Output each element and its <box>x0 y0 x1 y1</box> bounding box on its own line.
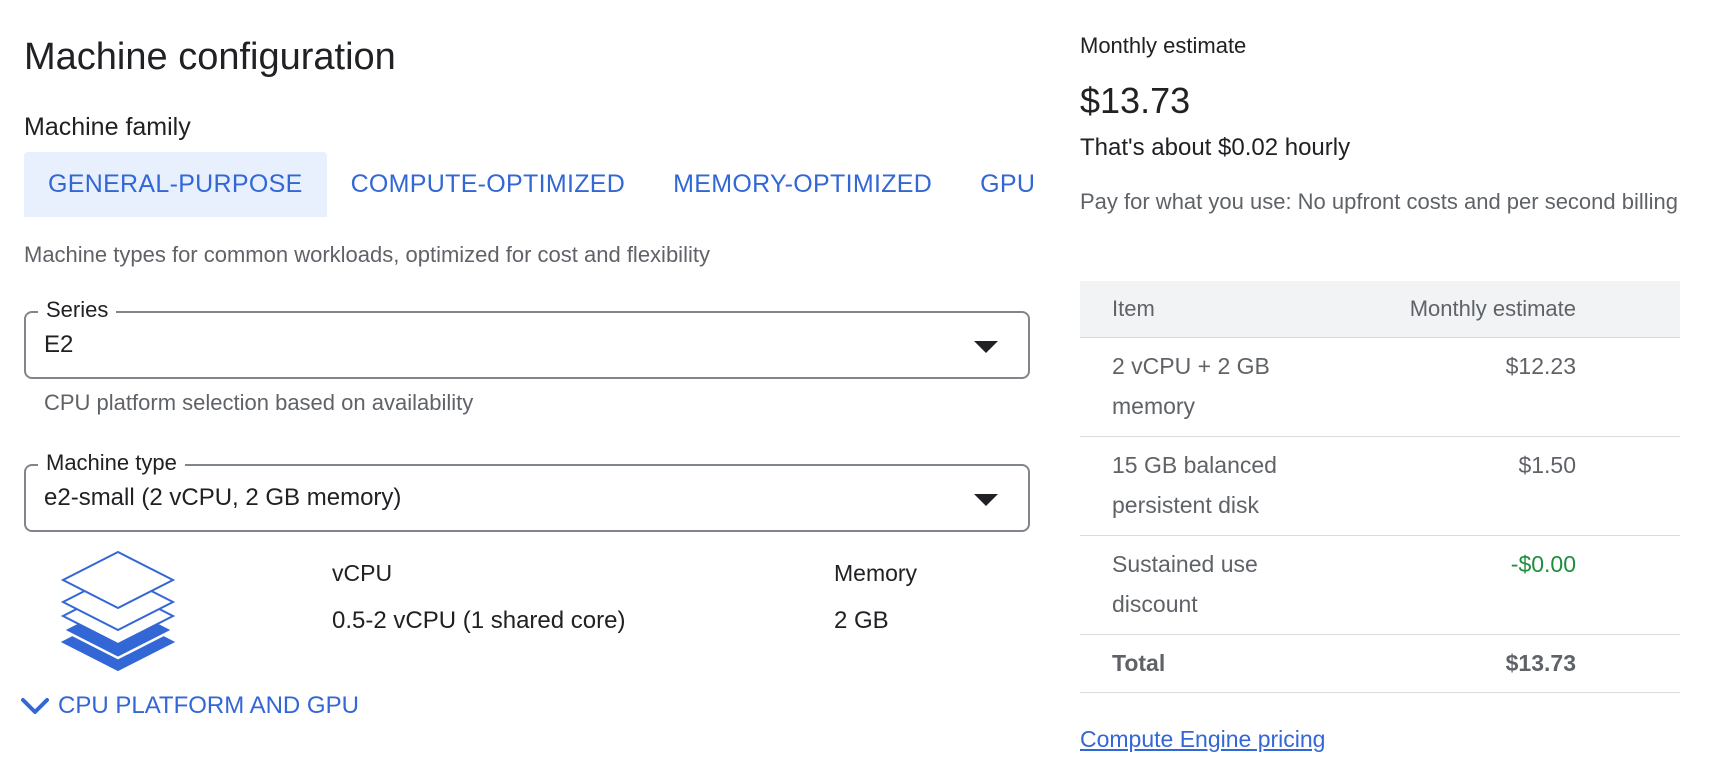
memory-label: Memory <box>834 560 918 586</box>
page-title: Machine configuration <box>24 36 396 78</box>
pricing-link[interactable]: Compute Engine pricing <box>1080 726 1325 753</box>
family-description: Machine types for common workloads, opti… <box>24 242 710 267</box>
row-item: 15 GB balanced persistent disk <box>1112 452 1277 518</box>
machine-type-select[interactable]: Machine type e2-small (2 vCPU, 2 GB memo… <box>24 449 1030 532</box>
series-select[interactable]: Series E2 <box>24 296 1030 379</box>
machine-family-tabs: GENERAL-PURPOSE COMPUTE-OPTIMIZED MEMORY… <box>24 152 1059 217</box>
dropdown-caret-icon <box>974 341 998 353</box>
dropdown-caret-icon <box>974 494 998 506</box>
machine-type-label: Machine type <box>38 449 185 477</box>
vcpu-value: 0.5-2 vCPU (1 shared core) <box>332 607 626 634</box>
estimate-hourly: That's about $0.02 hourly <box>1080 134 1351 161</box>
total-cost: $13.73 <box>1505 650 1576 676</box>
tab-memory-optimized[interactable]: MEMORY-OPTIMIZED <box>649 152 956 217</box>
layers-stack-icon <box>60 550 176 672</box>
table-total-row: Total $13.73 <box>1080 635 1680 693</box>
header-item: Item <box>1112 296 1155 321</box>
machine-type-value: e2-small (2 vCPU, 2 GB memory) <box>44 484 402 511</box>
tab-general-purpose[interactable]: GENERAL-PURPOSE <box>24 152 327 217</box>
table-header-row: Item Monthly estimate <box>1080 281 1680 338</box>
row-cost-discount: -$0.00 <box>1510 551 1576 577</box>
row-cost: $1.50 <box>1518 452 1576 478</box>
series-label: Series <box>38 296 117 324</box>
tab-gpu[interactable]: GPU <box>956 152 1059 217</box>
table-row: Sustained use discount -$0.00 <box>1080 536 1680 635</box>
table-row: 2 vCPU + 2 GB memory $12.23 <box>1080 338 1680 437</box>
cpu-platform-expander[interactable]: CPU PLATFORM AND GPU <box>20 692 359 720</box>
header-cost: Monthly estimate <box>1409 296 1576 321</box>
row-item: Sustained use discount <box>1112 551 1258 617</box>
estimate-label: Monthly estimate <box>1080 33 1247 58</box>
row-item: 2 vCPU + 2 GB memory <box>1112 353 1270 419</box>
series-hint: CPU platform selection based on availabi… <box>44 390 474 415</box>
estimate-note: Pay for what you use: No upfront costs a… <box>1080 189 1679 214</box>
series-value: E2 <box>44 331 74 358</box>
memory-spec: Memory 2 GB <box>834 560 917 635</box>
table-row: 15 GB balanced persistent disk $1.50 <box>1080 437 1680 536</box>
expander-label: CPU PLATFORM AND GPU <box>58 692 359 719</box>
tab-compute-optimized[interactable]: COMPUTE-OPTIMIZED <box>327 152 650 217</box>
vcpu-label: vCPU <box>332 560 393 586</box>
chevron-down-icon <box>21 698 49 714</box>
total-label: Total <box>1112 650 1166 676</box>
vcpu-spec: vCPU 0.5-2 vCPU (1 shared core) <box>332 560 625 635</box>
estimate-price: $13.73 <box>1080 80 1191 121</box>
estimate-table: Item Monthly estimate 2 vCPU + 2 GB memo… <box>1080 281 1680 693</box>
machine-family-label: Machine family <box>24 113 191 141</box>
memory-value: 2 GB <box>834 607 889 634</box>
row-cost: $12.23 <box>1505 353 1576 379</box>
